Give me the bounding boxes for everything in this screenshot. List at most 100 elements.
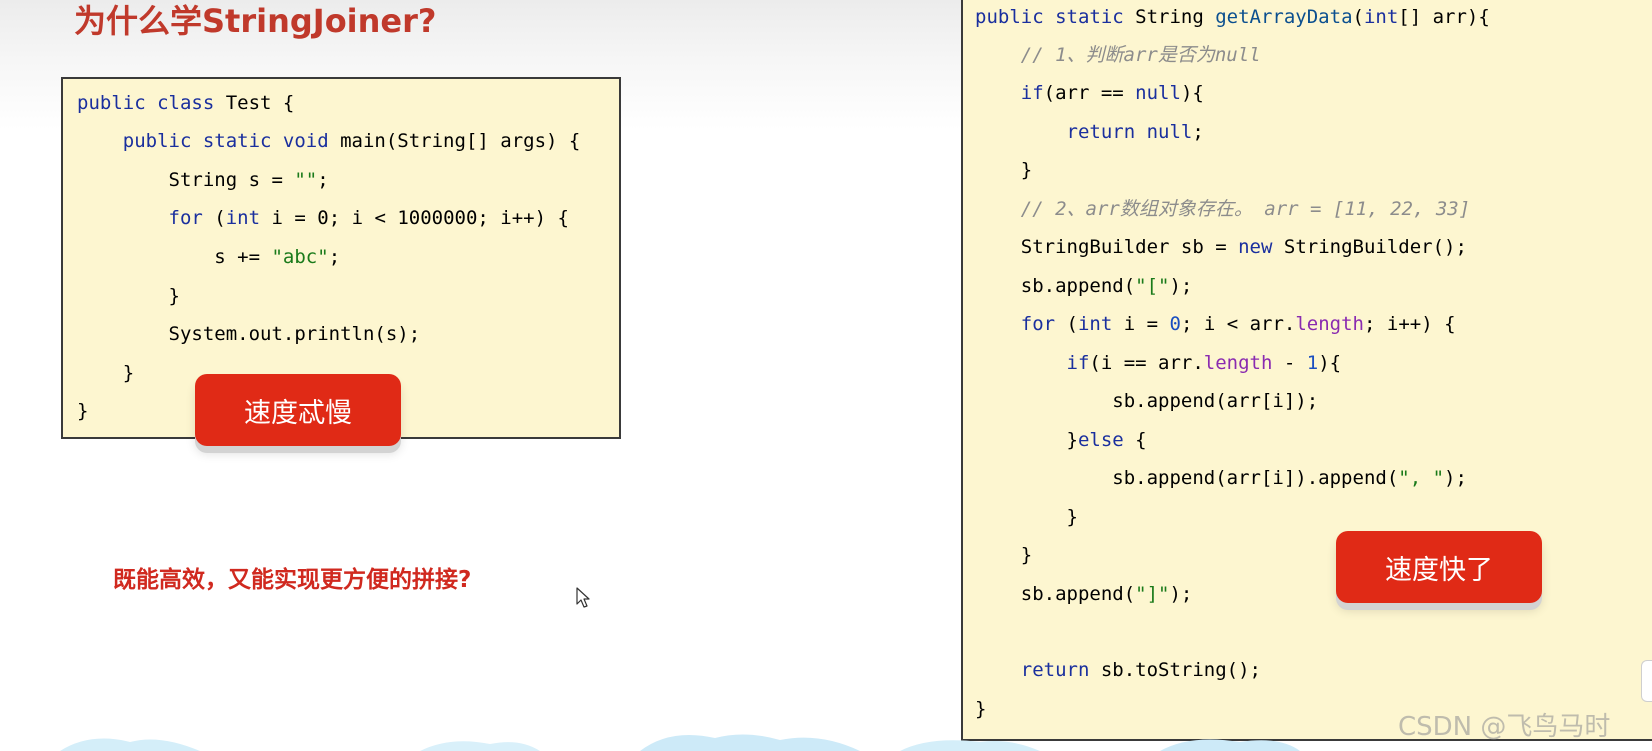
code-token: int (225, 207, 272, 229)
side-scroll-tab[interactable] (1641, 660, 1652, 702)
code-line: }else { (975, 428, 1147, 452)
code-token: "abc" (271, 246, 329, 268)
code-token: i = 0; i < 1000000; i++) { (271, 207, 569, 229)
code-token: ; i < arr. (1180, 313, 1296, 335)
code-token: ( (214, 207, 226, 229)
code-token: String (1135, 6, 1216, 28)
code-token: public static (975, 6, 1136, 28)
code-token: ){ (1180, 82, 1204, 104)
question-text: 既能高效，又能实现更方便的拼接? (113, 567, 472, 593)
code-token: } (77, 400, 89, 422)
code-token: } (1020, 544, 1033, 566)
code-token: 1 (1306, 352, 1319, 374)
code-line: sb.append("]"); (975, 582, 1193, 606)
code-token: } (1020, 159, 1033, 181)
code-token: ", " (1398, 467, 1445, 489)
code-line: s += "abc"; (77, 245, 340, 269)
code-token: } (1066, 429, 1078, 451)
code-token: // 1、判断arr是否为null (1020, 44, 1261, 66)
code-token: "[" (1135, 275, 1170, 297)
code-token: 0 (1169, 313, 1181, 335)
code-token: (i == arr. (1089, 352, 1204, 374)
code-line: public class Test { (77, 91, 294, 115)
code-line: return sb.toString(); (975, 658, 1261, 682)
code-token: } (1066, 506, 1078, 528)
code-token: StringBuilder sb = (1020, 236, 1239, 258)
code-token: System.out.println(s); (168, 323, 421, 345)
code-token: [] arr){ (1398, 6, 1490, 28)
mouse-pointer-icon (576, 587, 590, 608)
code-token: null (1135, 82, 1181, 104)
code-line: StringBuilder sb = new StringBuilder(); (975, 235, 1467, 259)
code-line: for (int i = 0; i < 1000000; i++) { (77, 206, 569, 230)
code-line: // 1、判断arr是否为null (975, 43, 1261, 67)
code-line: } (77, 361, 134, 385)
code-line: if(i == arr.length - 1){ (975, 351, 1342, 375)
code-line: // 2、arr数组对象存在。 arr = [11, 22, 33] (975, 197, 1470, 221)
code-token: for (168, 207, 215, 229)
code-token: } (168, 285, 180, 307)
code-token: (arr == (1043, 82, 1136, 104)
code-line: System.out.println(s); (77, 322, 421, 346)
slide-canvas: 为什么学StringJoiner? public class Test { pu… (0, 0, 1652, 751)
code-token: int (1077, 313, 1124, 335)
code-token: ); (1169, 583, 1193, 605)
speed-slow-badge: 速度忒慢 (195, 374, 401, 446)
code-token: String s = (168, 169, 295, 191)
code-token: sb.toString(); (1100, 659, 1261, 681)
code-token: ){ (1318, 352, 1342, 374)
code-token: sb.append( (1020, 583, 1136, 605)
code-token: getArrayData (1215, 6, 1353, 28)
code-token: i = (1123, 313, 1170, 335)
code-line: for (int i = 0; i < arr.length; i++) { (975, 312, 1456, 336)
code-token: for (1020, 313, 1067, 335)
code-token: s += (214, 246, 272, 268)
code-token: return null (1066, 121, 1193, 143)
code-token: ; i++) { (1364, 313, 1456, 335)
code-token: - (1283, 352, 1307, 374)
code-token: else (1077, 429, 1136, 451)
code-line: } (975, 158, 1032, 182)
code-line: public static void main(String[] args) { (77, 129, 581, 153)
slide-title: 为什么学StringJoiner? (74, 2, 437, 40)
code-token: ; (1192, 121, 1204, 143)
code-line: if(arr == null){ (975, 81, 1204, 105)
code-token: main(String[] args) { (340, 130, 581, 152)
code-line: String s = ""; (77, 168, 329, 192)
code-line: sb.append("["); (975, 274, 1193, 298)
code-line: sb.append(arr[i]); (975, 389, 1318, 413)
code-token: ; (317, 169, 329, 191)
code-token: sb.append( (1020, 275, 1136, 297)
code-token: Test { (225, 92, 295, 114)
code-token: sb.append(arr[i]).append( (1112, 467, 1399, 489)
code-token: length (1203, 352, 1284, 374)
code-token: if (1020, 82, 1044, 104)
code-token: ; (328, 246, 341, 268)
code-token: } (122, 362, 135, 384)
code-token: return (1020, 659, 1101, 681)
code-token: { (1135, 429, 1147, 451)
code-token: length (1295, 313, 1364, 335)
code-token: // 2、arr数组对象存在。 arr = [11, 22, 33] (1020, 198, 1471, 220)
right-code-panel: public static String getArrayData(int[] … (961, 0, 1652, 741)
code-token: new (1238, 236, 1284, 258)
code-line: } (77, 284, 180, 308)
